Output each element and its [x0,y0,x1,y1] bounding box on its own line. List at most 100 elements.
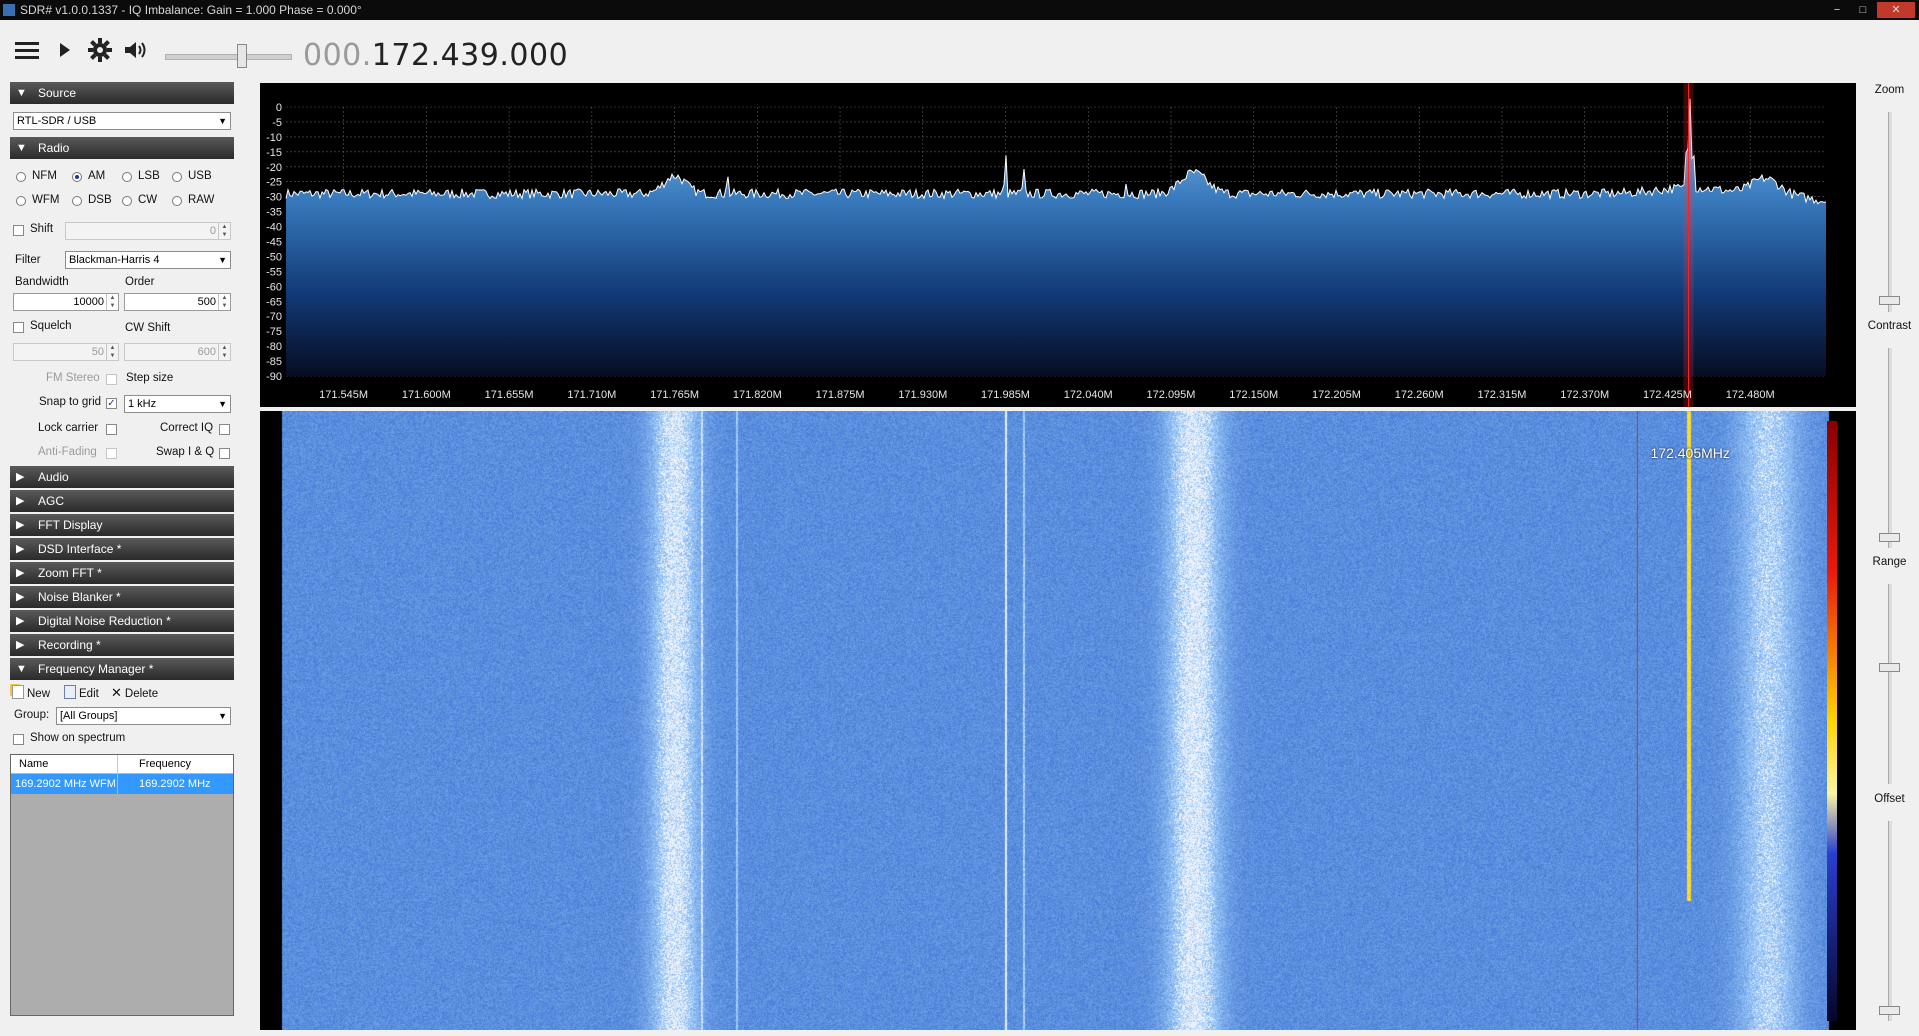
delete-entry-button[interactable]: ✕ Delete [111,685,158,701]
column-frequency[interactable]: Frequency [139,755,191,773]
snap-to-grid-checkbox[interactable]: ✓ [106,398,117,409]
range-slider-thumb[interactable] [1879,663,1900,672]
frequency-tick-label: 172.425M [1643,389,1692,401]
radio-cw[interactable] [122,196,132,206]
gear-icon[interactable] [87,38,113,62]
column-name[interactable]: Name [19,755,48,773]
spinner-icon[interactable]: ▲ ▼ [218,223,230,239]
anti-fading-label: Anti-Fading [38,446,97,458]
minimize-button[interactable]: − [1825,2,1849,18]
frequency-tick-label: 171.985M [981,389,1030,401]
frequency-main: 172.439.000 [372,38,568,73]
panel-zoom-fft[interactable]: ▶ Zoom FFT * [10,562,234,584]
spectrum-display[interactable]: 0 -5 -10 -15 -20 -25 -30 -35 -40 -45 -50 -55 -60 -65 -… [260,83,1856,407]
db-tick-label: -15 [266,147,282,159]
source-device-select[interactable]: RTL-SDR / USB ▼ [13,112,231,130]
offset-slider-thumb[interactable] [1879,1006,1900,1015]
play-icon[interactable] [52,38,78,62]
contrast-label: Contrast [1860,320,1919,332]
source-header[interactable]: ▼ Source [10,82,234,104]
panel-recording[interactable]: ▶ Recording * [10,634,234,656]
swap-iq-checkbox[interactable] [219,448,230,459]
shift-checkbox[interactable] [13,225,24,236]
edit-entry-button[interactable]: Edit [64,685,99,700]
offset-label: Offset [1860,793,1919,805]
zoom-slider-track[interactable] [1888,112,1892,312]
show-on-spectrum-label: Show on spectrum [30,732,125,744]
panel-agc[interactable]: ▶ AGC [10,490,234,512]
close-button[interactable]: ✕ [1877,2,1915,18]
spinner-icon[interactable]: ▲ ▼ [106,344,118,360]
bandwidth-input[interactable]: 10000 ▲ ▼ [13,293,119,311]
db-tick-label: -55 [266,266,282,278]
expand-arrow-icon: ▶ [16,466,24,488]
new-entry-button[interactable]: New [12,685,50,700]
panel-audio[interactable]: ▶ Audio [10,466,234,488]
radio-am[interactable] [72,172,82,182]
db-tick-label: -85 [266,356,282,368]
offset-slider-track[interactable] [1888,821,1892,1021]
order-input[interactable]: 500 ▲ ▼ [124,293,231,311]
waterfall-display[interactable]: 172.405MHz [260,411,1856,1030]
spectrum-plot[interactable]: 0 -5 -10 -15 -20 -25 -30 -35 -40 -45 -50 -55 -60 -65 -… [260,83,1856,407]
panel-fft-display[interactable]: ▶ FFT Display [10,514,234,536]
waterfall-frequency-label: 172.405MHz [1651,445,1730,461]
frequency-tick-label: 171.600M [402,389,451,401]
lock-carrier-checkbox[interactable] [106,424,117,435]
contrast-slider-thumb[interactable] [1879,533,1900,542]
panel-dsd-interface[interactable]: ▶ DSD Interface * [10,538,234,560]
fm-stereo-checkbox[interactable] [106,374,117,385]
db-axis: 0 -5 -10 -15 -20 -25 -30 -35 -40 -45 -50 -55 -60 -65 -… [266,102,282,383]
spectrum-fill [286,99,1826,376]
squelch-input[interactable]: 50 ▲ ▼ [13,343,119,361]
correct-iq-checkbox[interactable] [219,424,230,435]
volume-slider-track[interactable] [165,54,292,60]
frequency-table[interactable]: Name Frequency 169.2902 MHz WFM 169.2902… [10,754,234,1016]
speaker-icon[interactable] [123,38,149,62]
radio-raw[interactable] [172,196,182,206]
radio-nfm[interactable] [16,172,26,182]
contrast-slider-track[interactable] [1888,348,1892,548]
db-tick-label: -50 [266,251,282,263]
frequency-display[interactable]: 000.172.439.000 [303,38,568,74]
frequency-manager-header[interactable]: ▼ Frequency Manager * [10,658,234,680]
db-tick-label: -70 [266,311,282,323]
show-on-spectrum-checkbox[interactable] [13,734,24,745]
order-label: Order [125,276,154,288]
swap-iq-label: Swap I & Q [156,446,214,458]
panel-noise-blanker[interactable]: ▶ Noise Blanker * [10,586,234,608]
radio-header[interactable]: ▼ Radio [10,137,234,159]
correct-iq-label: Correct IQ [160,422,213,434]
range-slider-track[interactable] [1888,584,1892,784]
waterfall-overlay [260,411,1856,1030]
label-usb: USB [188,170,212,182]
shift-input[interactable]: 0 ▲ ▼ [65,222,231,240]
frequency-axis: 171.545M 171.600M 171.655M 171.710M 171.765M… [319,389,1775,401]
frequency-tick-label: 171.820M [733,389,782,401]
menu-icon[interactable] [14,38,40,62]
spinner-icon[interactable]: ▲ ▼ [218,294,230,310]
maximize-button[interactable]: □ [1851,2,1875,18]
radio-usb[interactable] [172,172,182,182]
lock-carrier-label: Lock carrier [38,422,98,434]
group-select[interactable]: [All Groups] ▼ [56,707,231,725]
anti-fading-checkbox[interactable] [106,448,117,459]
spinner-icon[interactable]: ▲ ▼ [106,294,118,310]
volume-slider-thumb[interactable] [237,44,247,68]
table-row[interactable]: 169.2902 MHz WFM 169.2902 MHz [11,774,233,794]
panel-digital-noise-reduction[interactable]: ▶ Digital Noise Reduction * [10,610,234,632]
filter-select[interactable]: Blackman-Harris 4 ▼ [65,251,231,269]
step-size-label: Step size [126,372,173,384]
zoom-slider-thumb[interactable] [1879,296,1900,305]
zoom-label: Zoom [1860,84,1919,96]
radio-lsb[interactable] [122,172,132,182]
fm-stereo-label: FM Stereo [46,372,100,384]
step-size-select[interactable]: 1 kHz ▼ [124,395,231,413]
squelch-checkbox[interactable] [13,322,24,333]
cw-shift-input[interactable]: 600 ▲ ▼ [124,343,231,361]
frequency-tick-label: 172.095M [1147,389,1196,401]
radio-wfm[interactable] [16,196,26,206]
spinner-icon[interactable]: ▲ ▼ [218,344,230,360]
frequency-tick-label: 171.930M [898,389,947,401]
radio-dsb[interactable] [72,196,82,206]
